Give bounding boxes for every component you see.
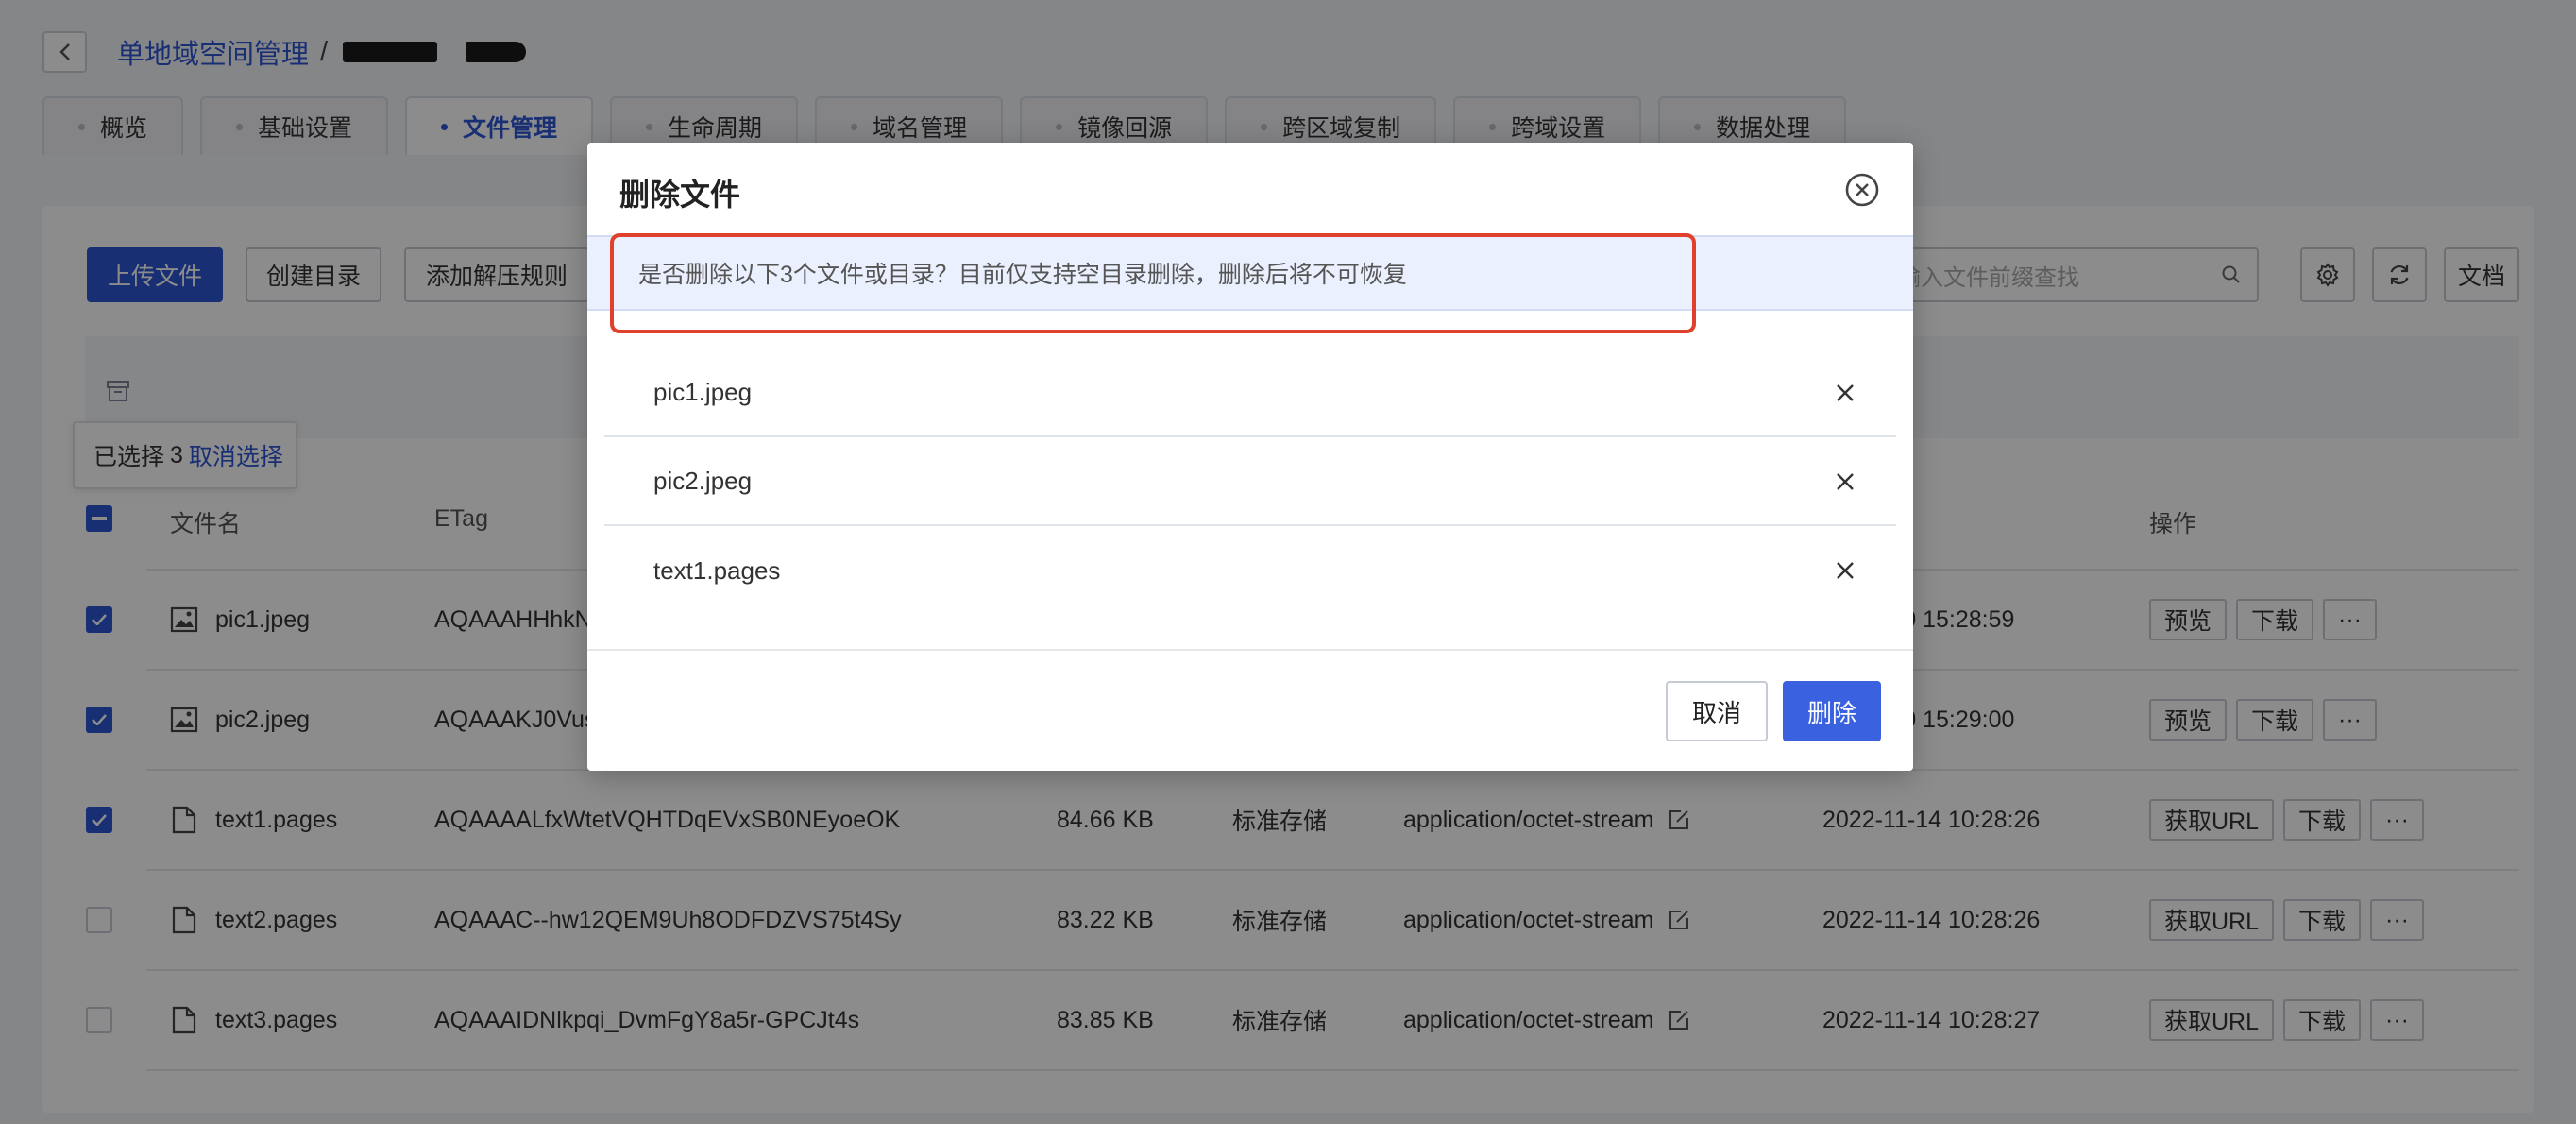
close-button[interactable] xyxy=(1843,171,1881,209)
list-item: pic2.jpeg xyxy=(604,437,1896,526)
highlight-annotation-box xyxy=(610,233,1696,333)
delete-file-dialog: 删除文件 是否删除以下3个文件或目录？目前仅支持空目录删除，删除后将不可恢复 p… xyxy=(587,143,1913,771)
remove-icon[interactable] xyxy=(1834,382,1856,404)
remove-icon[interactable] xyxy=(1834,470,1856,493)
remove-icon[interactable] xyxy=(1834,559,1856,582)
list-item: text1.pages xyxy=(604,526,1896,615)
file-name: pic1.jpeg xyxy=(653,377,753,406)
dialog-divider xyxy=(587,649,1913,651)
close-circle-icon xyxy=(1845,173,1879,207)
file-name: text1.pages xyxy=(653,555,781,585)
delete-button[interactable]: 删除 xyxy=(1783,681,1881,741)
file-name: pic2.jpeg xyxy=(653,466,753,495)
list-item: pic1.jpeg xyxy=(604,349,1896,437)
cancel-button[interactable]: 取消 xyxy=(1666,681,1768,741)
dialog-title: 删除文件 xyxy=(619,178,741,212)
